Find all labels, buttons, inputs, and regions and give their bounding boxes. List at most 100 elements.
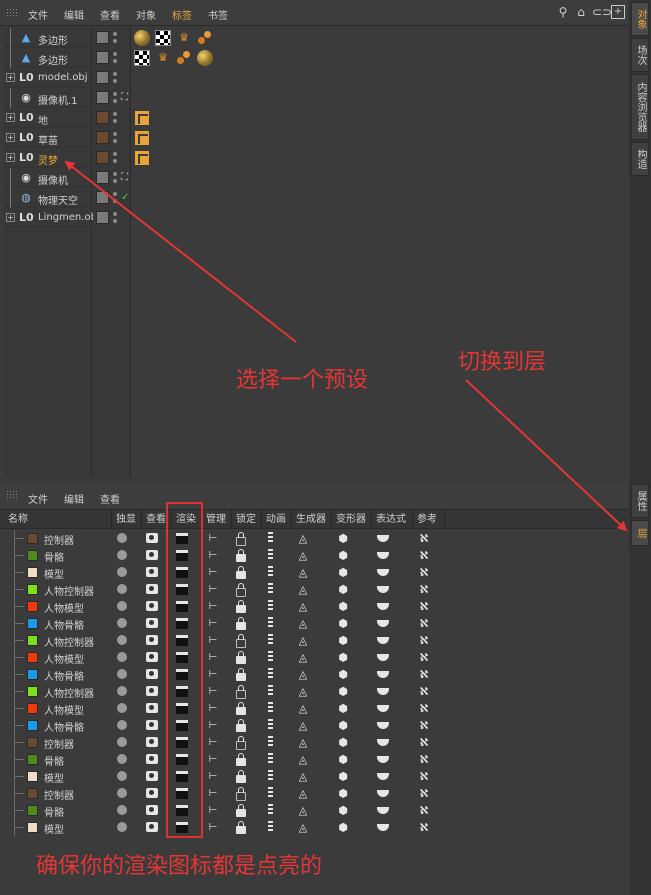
animation-icon[interactable] (268, 566, 273, 578)
lock-icon[interactable] (236, 719, 246, 732)
checker-tag-icon[interactable] (155, 30, 171, 46)
expression-icon[interactable] (377, 586, 389, 593)
xref-icon[interactable]: ℵ (418, 668, 430, 681)
animation-icon[interactable] (268, 532, 273, 544)
expression-icon[interactable] (377, 637, 389, 644)
solo-toggle-icon[interactable] (116, 617, 128, 630)
layer-color-swatch[interactable] (27, 703, 38, 714)
search-icon[interactable]: ⚲ (556, 5, 570, 19)
solo-toggle-icon[interactable] (116, 549, 128, 562)
expression-icon[interactable] (377, 569, 389, 576)
visibility-dots-icon[interactable] (113, 52, 117, 64)
expand-icon[interactable]: + (6, 113, 15, 122)
manager-icon[interactable]: ⊢ (207, 583, 219, 596)
generator-icon[interactable]: ◬ (297, 702, 309, 715)
menu-tags[interactable]: 标签 (172, 7, 192, 22)
solo-toggle-icon[interactable] (116, 685, 128, 698)
xref-icon[interactable]: ℵ (418, 804, 430, 817)
generator-icon[interactable]: ◬ (297, 736, 309, 749)
layer-swatch[interactable] (96, 91, 109, 104)
expression-icon[interactable] (377, 671, 389, 678)
layer-swatch[interactable] (96, 31, 109, 44)
visibility-dots-icon[interactable] (113, 32, 117, 44)
view-eye-icon[interactable] (146, 567, 158, 577)
manager-icon[interactable]: ⊢ (207, 685, 219, 698)
layer-color-swatch[interactable] (27, 771, 38, 782)
layer-row[interactable]: 骨骼 ⊢ ◬ ⬢ ℵ (0, 802, 628, 819)
deformer-icon[interactable]: ⬢ (337, 685, 349, 698)
lock-icon[interactable] (236, 668, 246, 681)
view-eye-icon[interactable] (146, 737, 158, 747)
object-name[interactable]: 多边形 (38, 52, 68, 67)
deformer-icon[interactable]: ⬢ (337, 600, 349, 613)
layer-name[interactable]: 人物控制器 (44, 634, 94, 649)
view-eye-icon[interactable] (146, 635, 158, 645)
solo-toggle-icon[interactable] (116, 668, 128, 681)
solo-toggle-icon[interactable] (116, 634, 128, 647)
lock-icon[interactable] (236, 600, 246, 613)
enabled-check-icon[interactable]: ✓ (121, 191, 129, 205)
xref-icon[interactable]: ℵ (418, 583, 430, 596)
animation-icon[interactable] (268, 770, 273, 782)
manager-icon[interactable]: ⊢ (207, 549, 219, 562)
object-row[interactable]: ▲ 多边形 (4, 28, 92, 48)
view-eye-icon[interactable] (146, 703, 158, 713)
menu-edit[interactable]: 编辑 (64, 7, 84, 22)
deformer-icon[interactable]: ⬢ (337, 770, 349, 783)
solo-toggle-icon[interactable] (116, 821, 128, 834)
visibility-dots-icon[interactable] (113, 172, 117, 184)
view-eye-icon[interactable] (146, 788, 158, 798)
camera-target-icon[interactable]: ⛶ (121, 91, 128, 105)
generator-icon[interactable]: ◬ (297, 617, 309, 630)
view-eye-icon[interactable] (146, 584, 158, 594)
expression-icon[interactable] (377, 790, 389, 797)
solo-toggle-icon[interactable] (116, 702, 128, 715)
layer-name[interactable]: 人物控制器 (44, 583, 94, 598)
col-solo[interactable]: 独显 (112, 510, 142, 529)
visibility-dots-icon[interactable] (113, 192, 117, 204)
panel-grip-icon[interactable] (6, 8, 18, 18)
generator-icon[interactable]: ◬ (297, 787, 309, 800)
expression-icon[interactable] (377, 739, 389, 746)
layer-row[interactable]: 人物控制器 ⊢ ◬ ⬢ ℵ (0, 581, 628, 598)
new-panel-icon[interactable]: + (611, 5, 625, 19)
expression-icon[interactable] (377, 705, 389, 712)
view-eye-icon[interactable] (146, 550, 158, 560)
object-name[interactable]: 地 (38, 112, 48, 127)
object-name[interactable]: Lingmen.obj (38, 212, 100, 223)
layer-color-swatch[interactable] (27, 737, 38, 748)
object-name[interactable]: 多边形 (38, 32, 68, 47)
tab-structure[interactable]: 构造 (631, 142, 649, 176)
manager-icon[interactable]: ⊢ (207, 770, 219, 783)
xref-icon[interactable]: ℵ (418, 719, 430, 732)
layer-row[interactable]: 人物模型 ⊢ ◬ ⬢ ℵ (0, 598, 628, 615)
object-row[interactable]: ◉ 摄像机 (4, 168, 92, 188)
layer-name[interactable]: 骨骼 (44, 549, 64, 564)
unlock-icon[interactable] (236, 736, 246, 750)
deformer-icon[interactable]: ⬢ (337, 617, 349, 630)
xref-icon[interactable]: ℵ (418, 770, 430, 783)
lock-icon[interactable] (236, 804, 246, 817)
layer-name[interactable]: 控制器 (44, 736, 74, 751)
xref-icon[interactable]: ℵ (418, 753, 430, 766)
animation-icon[interactable] (268, 821, 273, 833)
layer-swatch[interactable] (96, 191, 109, 204)
manager-icon[interactable]: ⊢ (207, 736, 219, 749)
generator-icon[interactable]: ◬ (297, 770, 309, 783)
view-eye-icon[interactable] (146, 533, 158, 543)
view-eye-icon[interactable] (146, 720, 158, 730)
deformer-icon[interactable]: ⬢ (337, 549, 349, 562)
solo-toggle-icon[interactable] (116, 583, 128, 596)
solo-toggle-icon[interactable] (116, 770, 128, 783)
col-xref[interactable]: 参考 (413, 510, 445, 529)
crown-tag-icon[interactable]: ♛ (155, 50, 171, 66)
layer-color-swatch[interactable] (27, 822, 38, 833)
deformer-icon[interactable]: ⬢ (337, 719, 349, 732)
object-row[interactable]: + L0 Lingmen.obj (4, 208, 100, 228)
tab-attributes[interactable]: 属性 (631, 484, 649, 518)
view-eye-icon[interactable] (146, 771, 158, 781)
layer-name[interactable]: 人物骨骼 (44, 617, 84, 632)
visibility-dots-icon[interactable] (113, 212, 117, 224)
visibility-dots-icon[interactable] (113, 92, 117, 104)
animation-icon[interactable] (268, 651, 273, 663)
